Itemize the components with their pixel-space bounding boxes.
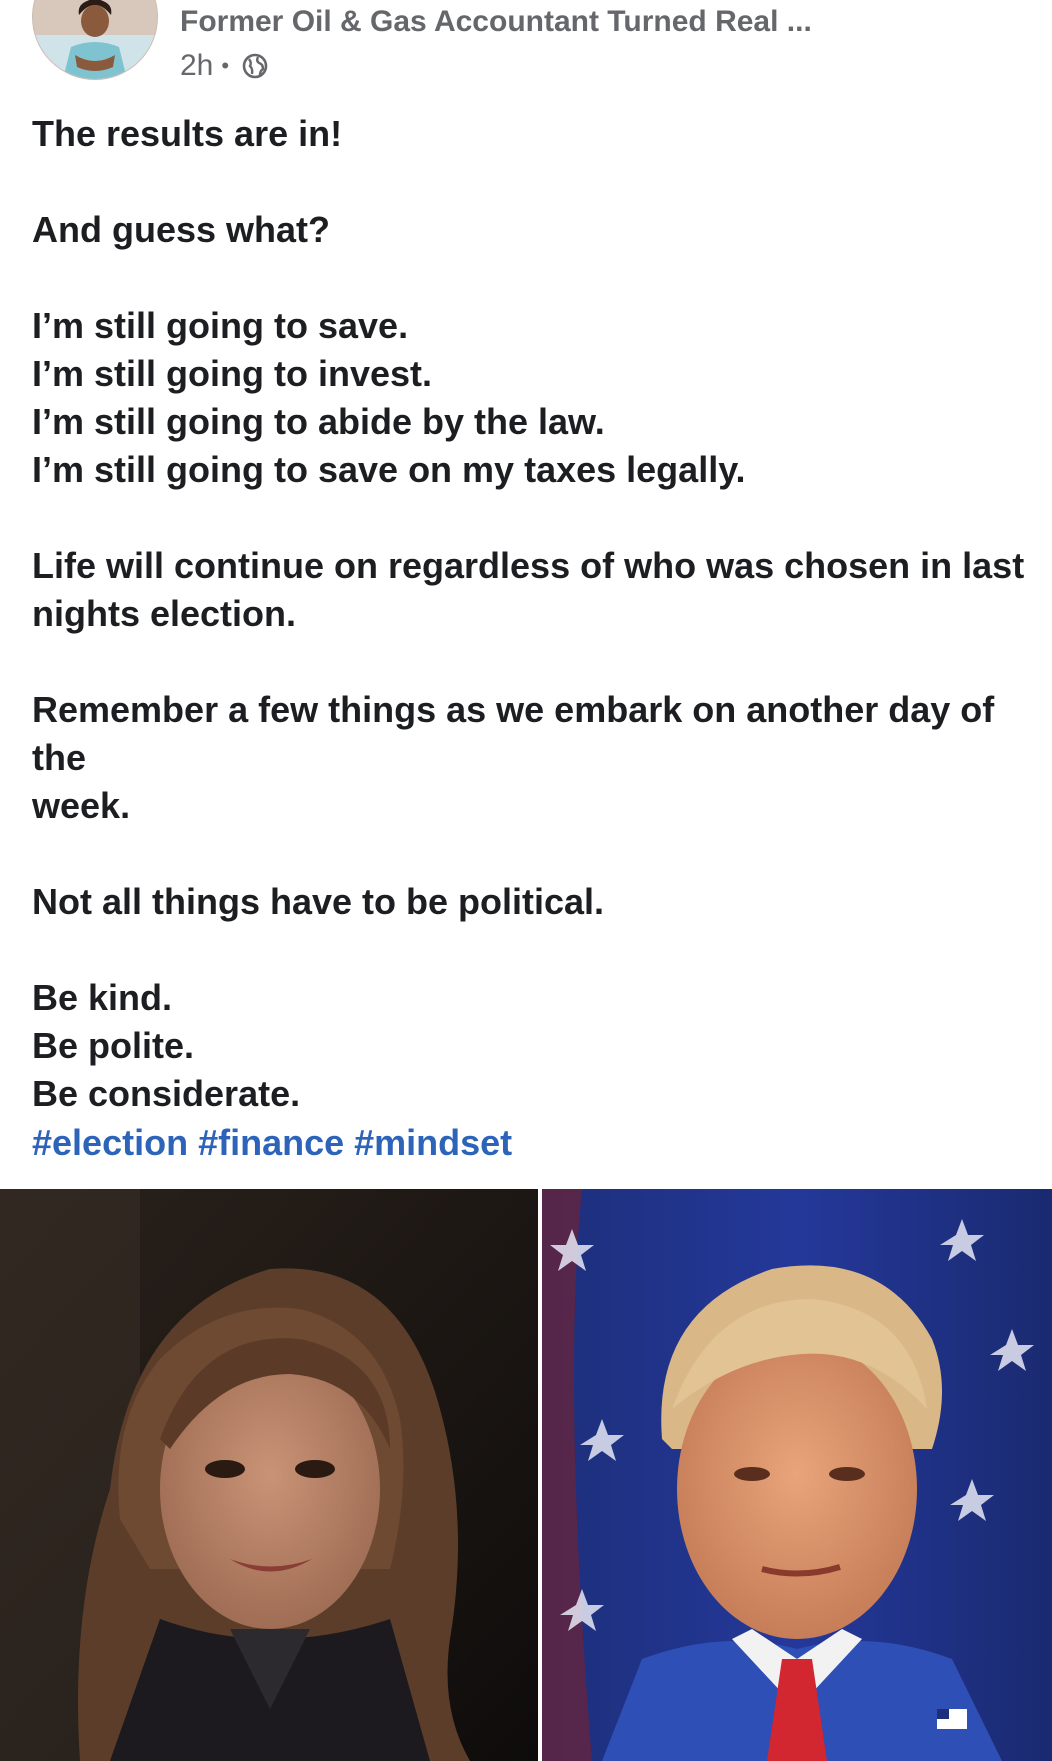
hashtag-link[interactable]: #finance xyxy=(198,1122,344,1163)
post-paragraph: I’m still going to save. I’m still going … xyxy=(32,302,1032,494)
post-text-line: I’m still going to invest. xyxy=(32,353,433,394)
post-paragraph: Life will continue on regardless of who … xyxy=(32,542,1032,638)
post-text-line: Be polite. xyxy=(32,1025,195,1066)
hashtag-link[interactable]: #mindset xyxy=(354,1122,512,1163)
post-text-line: week. xyxy=(32,785,131,826)
author-name[interactable]: Former Oil & Gas Accountant Turned Real … xyxy=(180,2,812,42)
post-text-line: Life will continue on regardless of who … xyxy=(32,545,1025,586)
post-text-line: nights election. xyxy=(32,593,297,634)
post-text-line: I’m still going to save on my taxes lega… xyxy=(32,449,746,490)
post-text-line: Be kind. xyxy=(32,977,173,1018)
post-text-line: Be considerate. xyxy=(32,1073,301,1114)
post-text: The results are in! And guess what? I’m st… xyxy=(32,110,1032,1166)
post-paragraph: Not all things have to be political. xyxy=(32,878,1032,926)
meta-separator: • xyxy=(221,53,230,78)
post-paragraph: And guess what? xyxy=(32,206,1032,254)
photo-right xyxy=(542,1189,1052,1761)
author-avatar[interactable] xyxy=(32,0,158,80)
photo-left xyxy=(0,1189,538,1761)
hashtag-link[interactable]: #election xyxy=(32,1122,188,1163)
hashtag-list: #election #finance #mindset xyxy=(32,1119,522,1167)
post-paragraph: Remember a few things as we embark on an… xyxy=(32,686,1032,830)
post-text-line: I’m still going to save. xyxy=(32,305,409,346)
post-text-line: The results are in! xyxy=(32,113,343,154)
post-text-line: Remember a few things as we embark on an… xyxy=(32,689,995,778)
post-text-line: And guess what? xyxy=(32,209,331,250)
post-meta: 2h • xyxy=(180,46,269,86)
post-paragraph: Be kind. Be polite. Be considerate. xyxy=(32,974,1032,1118)
post-text-line: I’m still going to abide by the law. xyxy=(32,401,605,442)
post-image[interactable] xyxy=(0,1189,1052,1761)
post-paragraph: The results are in! xyxy=(32,110,1032,158)
post-header: Former Oil & Gas Accountant Turned Real … xyxy=(0,0,1052,90)
globe-icon[interactable] xyxy=(241,52,269,80)
post-text-line: Not all things have to be political. xyxy=(32,881,605,922)
post-timestamp[interactable]: 2h xyxy=(180,49,213,83)
